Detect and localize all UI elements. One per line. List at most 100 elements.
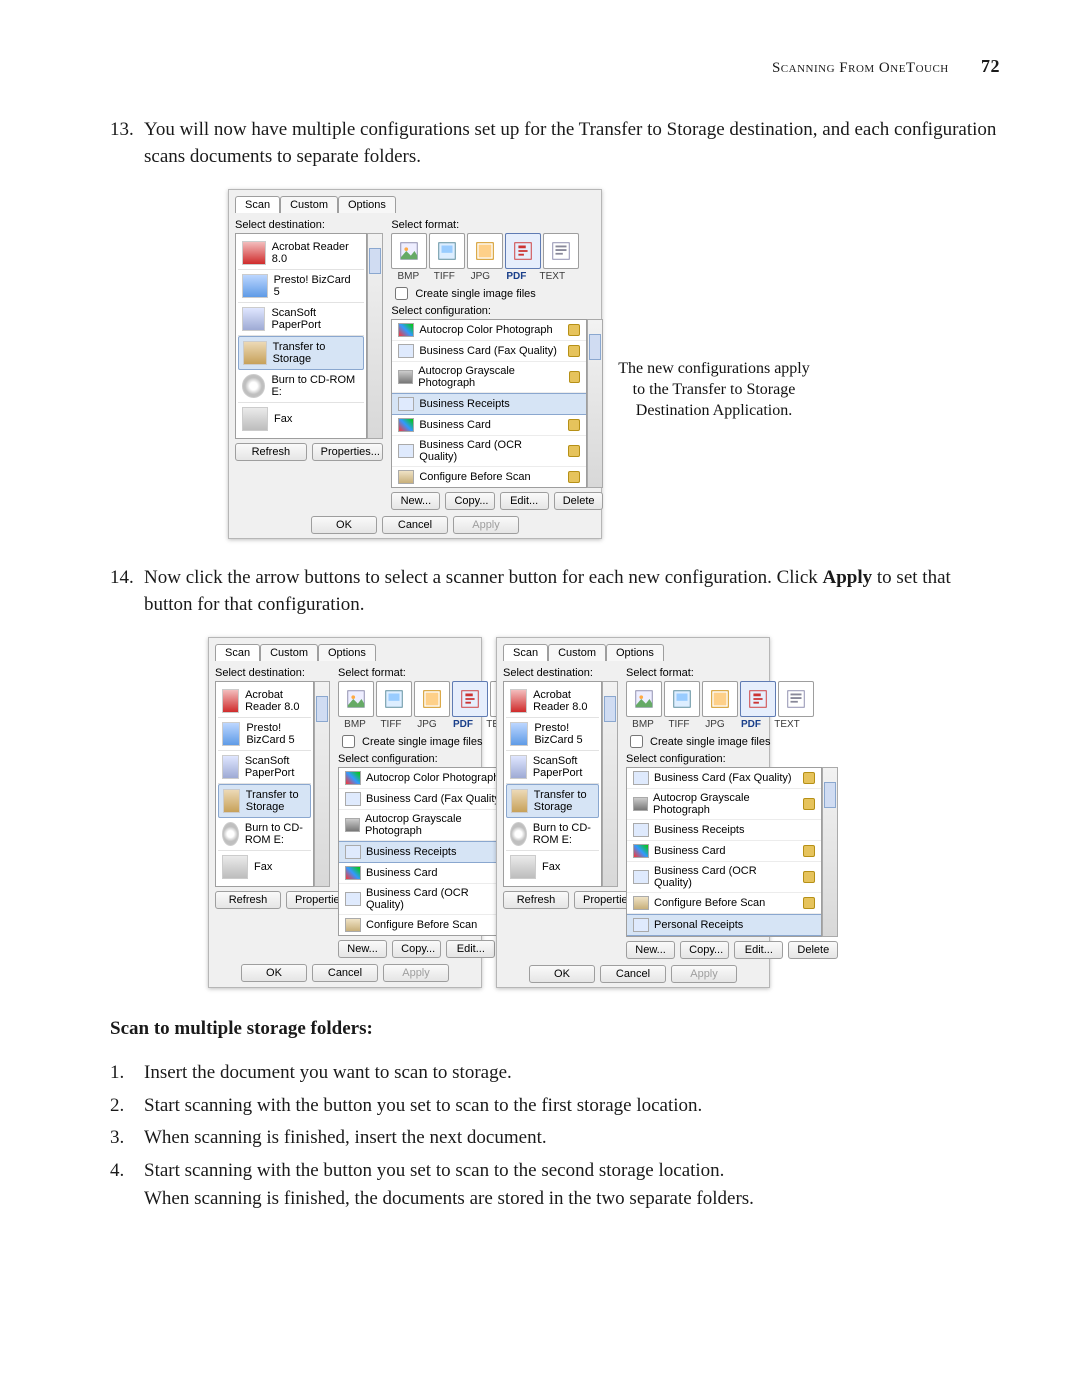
tab-scan[interactable]: Scan — [503, 644, 548, 661]
tab-scan[interactable]: Scan — [215, 644, 260, 661]
new-button[interactable]: New... — [626, 941, 675, 959]
format-bmp[interactable] — [391, 233, 427, 269]
format-text[interactable] — [543, 233, 579, 269]
format-jpg[interactable] — [702, 681, 738, 717]
dest-transfer-to-storage[interactable]: Transfer to Storage — [238, 336, 364, 370]
config-configure-before-scan[interactable]: Configure Before Scan — [392, 467, 586, 487]
config-personal-receipts[interactable]: Personal Receipts — [627, 914, 821, 936]
format-pdf[interactable] — [452, 681, 488, 717]
refreshbutton[interactable]: Refresh — [215, 891, 281, 909]
refreshbutton[interactable]: Refresh — [235, 443, 307, 461]
format-jpg[interactable] — [414, 681, 450, 717]
dest-scansoft-paperport[interactable]: ScanSoft PaperPort — [238, 303, 364, 336]
dest-fax[interactable]: Fax — [506, 851, 599, 883]
dest-acrobat-reader-8-0[interactable]: Acrobat Reader 8.0 — [238, 237, 364, 270]
dest-burn-to-cd-rom-e-[interactable]: Burn to CD-ROM E: — [238, 370, 364, 403]
page-header: Scanning From OneTouch 72 — [80, 56, 1000, 77]
dest-scrollbar[interactable] — [367, 233, 383, 439]
tab-custom[interactable]: Custom — [548, 644, 606, 661]
single-image-checkbox[interactable] — [395, 287, 408, 300]
tab-custom[interactable]: Custom — [280, 196, 338, 213]
tab-options[interactable]: Options — [606, 644, 664, 661]
dest-fax[interactable]: Fax — [218, 851, 311, 883]
config-business-card-ocr-quality-[interactable]: Business Card (OCR Quality) — [627, 862, 821, 893]
apply-button: Apply — [453, 516, 519, 534]
dest-presto-bizcard-5[interactable]: Presto! BizCard 5 — [218, 718, 311, 751]
format-bmp[interactable] — [338, 681, 374, 717]
fax-icon — [510, 855, 536, 879]
dest-presto-bizcard-5[interactable]: Presto! BizCard 5 — [238, 270, 364, 303]
refreshbutton[interactable]: Refresh — [503, 891, 569, 909]
config-icon — [633, 896, 649, 910]
single-image-label: Create single image files — [650, 736, 770, 748]
format-bmp[interactable] — [626, 681, 662, 717]
cancel-button[interactable]: Cancel — [600, 965, 666, 983]
config-autocrop-grayscale-photograph[interactable]: Autocrop Grayscale Photograph — [392, 362, 586, 393]
deletebutton[interactable]: Delete — [554, 492, 603, 510]
dest-presto-bizcard-5[interactable]: Presto! BizCard 5 — [506, 718, 599, 751]
config-configure-before-scan[interactable]: Configure Before Scan — [627, 893, 821, 914]
pdf-icon — [510, 689, 527, 713]
copy-button[interactable]: Copy... — [445, 492, 494, 510]
dest-transfer-to-storage[interactable]: Transfer to Storage — [218, 784, 311, 818]
edit-button[interactable]: Edit... — [734, 941, 783, 959]
fax-icon — [222, 855, 248, 879]
dest-label: Select destination: — [215, 667, 330, 679]
single-image-checkbox[interactable] — [630, 735, 643, 748]
dest-burn-to-cd-rom-e-[interactable]: Burn to CD-ROM E: — [506, 818, 599, 851]
ok-button[interactable]: OK — [241, 964, 307, 982]
dest-acrobat-reader-8-0[interactable]: Acrobat Reader 8.0 — [218, 685, 311, 718]
ok-button[interactable]: OK — [311, 516, 377, 534]
new-button[interactable]: New... — [338, 940, 387, 958]
step-text: Start scanning with the button you set t… — [144, 1092, 1000, 1121]
ok-button[interactable]: OK — [529, 965, 595, 983]
config-autocrop-color-photograph[interactable]: Autocrop Color Photograph — [392, 320, 586, 341]
config-scrollbar[interactable] — [587, 319, 603, 488]
format-jpg[interactable] — [467, 233, 503, 269]
single-image-label: Create single image files — [415, 288, 535, 300]
format-text[interactable] — [778, 681, 814, 717]
dest-scansoft-paperport[interactable]: ScanSoft PaperPort — [506, 751, 599, 784]
tab-scan[interactable]: Scan — [235, 196, 280, 213]
config-icon — [398, 344, 414, 358]
config-autocrop-grayscale-photograph[interactable]: Autocrop Grayscale Photograph — [627, 789, 821, 820]
tab-options[interactable]: Options — [318, 644, 376, 661]
edit-button[interactable]: Edit... — [446, 940, 495, 958]
new-button[interactable]: New... — [391, 492, 440, 510]
cancel-button[interactable]: Cancel — [382, 516, 448, 534]
dest-acrobat-reader-8-0[interactable]: Acrobat Reader 8.0 — [506, 685, 599, 718]
format-tiff[interactable] — [429, 233, 465, 269]
format-tiff[interactable] — [376, 681, 412, 717]
format-tiff[interactable] — [664, 681, 700, 717]
config-business-receipts[interactable]: Business Receipts — [392, 393, 586, 415]
dest-scrollbar[interactable] — [314, 681, 330, 887]
format-pdf[interactable] — [740, 681, 776, 717]
apply-button: Apply — [671, 965, 737, 983]
format-pdf[interactable] — [505, 233, 541, 269]
config-business-card[interactable]: Business Card — [392, 415, 586, 436]
deletebutton[interactable]: Delete — [788, 941, 837, 959]
copy-button[interactable]: Copy... — [392, 940, 441, 958]
config-business-card-fax-quality-[interactable]: Business Card (Fax Quality) — [392, 341, 586, 362]
dest-scansoft-paperport[interactable]: ScanSoft PaperPort — [218, 751, 311, 784]
config-scrollbar[interactable] — [822, 767, 838, 937]
dest-scrollbar[interactable] — [602, 681, 618, 887]
config-business-receipts[interactable]: Business Receipts — [627, 820, 821, 841]
dest-label: Select destination: — [503, 667, 618, 679]
config-business-card-ocr-quality-[interactable]: Business Card (OCR Quality) — [392, 436, 586, 467]
copy-button[interactable]: Copy... — [680, 941, 729, 959]
cancel-button[interactable]: Cancel — [312, 964, 378, 982]
edit-button[interactable]: Edit... — [500, 492, 549, 510]
dest-fax[interactable]: Fax — [238, 403, 364, 435]
dest-transfer-to-storage[interactable]: Transfer to Storage — [506, 784, 599, 818]
config-icon — [633, 870, 649, 884]
config-business-card-fax-quality-[interactable]: Business Card (Fax Quality) — [627, 768, 821, 789]
dest-label: Select destination: — [235, 219, 383, 231]
config-business-card[interactable]: Business Card — [627, 841, 821, 862]
properties-button[interactable]: Properties... — [312, 443, 384, 461]
tab-options[interactable]: Options — [338, 196, 396, 213]
tab-custom[interactable]: Custom — [260, 644, 318, 661]
step-num: 2. — [110, 1092, 144, 1121]
single-image-checkbox[interactable] — [342, 735, 355, 748]
dest-burn-to-cd-rom-e-[interactable]: Burn to CD-ROM E: — [218, 818, 311, 851]
